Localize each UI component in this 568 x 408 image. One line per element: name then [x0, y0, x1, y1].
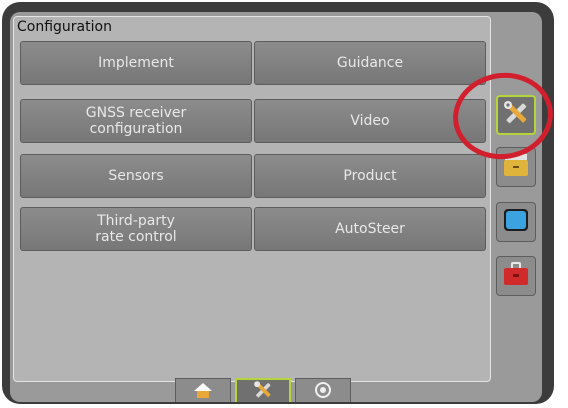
panel-title: Configuration: [17, 19, 112, 35]
camera-lens-icon: [313, 380, 333, 403]
side-tab-toolbox[interactable]: [496, 256, 536, 296]
third-party-rate-control-button[interactable]: Third-party rate control: [20, 207, 252, 251]
device-frame: Configuration Implement Guidance GNSS re…: [2, 2, 554, 404]
video-button[interactable]: Video: [254, 99, 486, 143]
gnss-receiver-configuration-button[interactable]: GNSS receiver configuration: [20, 99, 252, 143]
home-icon: [193, 381, 213, 403]
tab-camera[interactable]: [295, 378, 351, 402]
side-tab-display[interactable]: [496, 202, 536, 242]
tab-configuration[interactable]: [235, 378, 291, 402]
bottom-tab-bar: [175, 378, 353, 402]
implement-button[interactable]: Implement: [20, 41, 252, 85]
guidance-button[interactable]: Guidance: [254, 41, 486, 85]
red-toolbox-icon: [501, 259, 531, 293]
sensors-button[interactable]: Sensors: [20, 154, 252, 198]
autosteer-button[interactable]: AutoSteer: [254, 207, 486, 251]
blue-screen-icon: [501, 205, 531, 239]
tab-home[interactable]: [175, 378, 231, 402]
screen: Configuration Implement Guidance GNSS re…: [10, 12, 542, 402]
tools-icon: [251, 379, 275, 402]
product-button[interactable]: Product: [254, 154, 486, 198]
configuration-panel: Configuration Implement Guidance GNSS re…: [13, 16, 491, 382]
